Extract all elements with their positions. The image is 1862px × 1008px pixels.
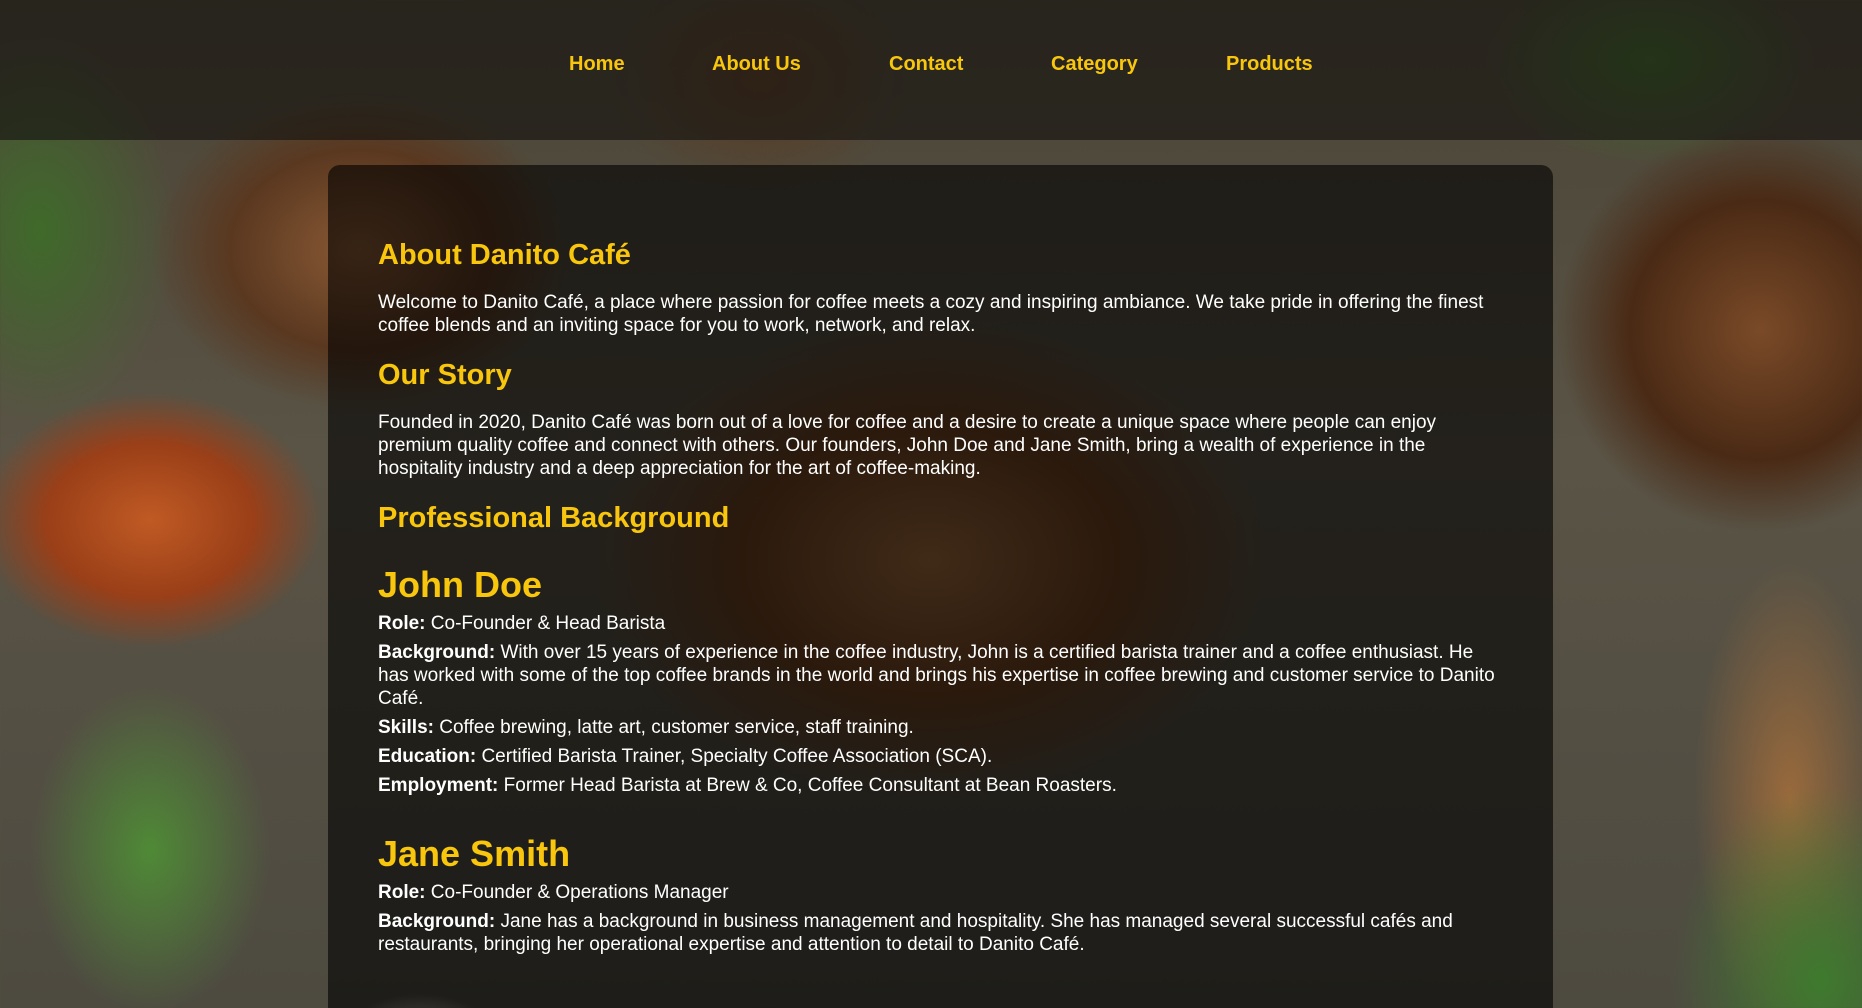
- professional-background-heading: Professional Background: [378, 502, 730, 534]
- detail-value: Co-Founder & Head Barista: [430, 613, 666, 634]
- person-skills: Skills: Coffee brewing, latte art, custo…: [378, 716, 1503, 739]
- detail-label: Background:: [378, 911, 496, 932]
- person-card-john-doe: John Doe Role: Co-Founder & Head Barista…: [378, 564, 1503, 797]
- person-role: Role: Co-Founder & Operations Manager: [378, 881, 1503, 904]
- detail-label: Skills:: [378, 717, 434, 738]
- story-text: Founded in 2020, Danito Café was born ou…: [378, 412, 1437, 479]
- person-employment: Employment: Former Head Barista at Brew …: [378, 774, 1503, 797]
- story-heading: Our Story: [378, 359, 512, 391]
- detail-value: Coffee brewing, latte art, customer serv…: [439, 717, 914, 738]
- detail-label: Background:: [378, 642, 496, 663]
- person-name: Jane Smith: [378, 833, 571, 874]
- about-text: Welcome to Danito Café, a place where pa…: [378, 292, 1484, 336]
- main-nav: Home About Us Contact Category Products: [0, 52, 1862, 76]
- detail-label: Role:: [378, 613, 426, 634]
- nav-category-link[interactable]: Category: [1051, 52, 1138, 76]
- person-name: John Doe: [378, 564, 543, 605]
- detail-label: Education:: [378, 746, 477, 767]
- detail-value: Former Head Barista at Brew & Co, Coffee…: [503, 775, 1117, 796]
- about-heading: About Danito Café: [378, 239, 631, 271]
- person-card-jane-smith: Jane Smith Role: Co-Founder & Operations…: [378, 833, 1503, 956]
- detail-label: Employment:: [378, 775, 499, 796]
- nav-home-link[interactable]: Home: [569, 52, 625, 76]
- detail-value: With over 15 years of experience in the …: [378, 642, 1495, 709]
- person-background: Background: With over 15 years of experi…: [378, 641, 1503, 710]
- detail-value: Jane has a background in business manage…: [378, 911, 1453, 955]
- person-background: Background: Jane has a background in bus…: [378, 910, 1503, 956]
- detail-value: Co-Founder & Operations Manager: [430, 882, 729, 903]
- person-role: Role: Co-Founder & Head Barista: [378, 612, 1503, 635]
- content-panel: About Danito Café Welcome to Danito Café…: [328, 165, 1553, 1008]
- site-header: Home About Us Contact Category Products: [0, 0, 1862, 140]
- nav-products-link[interactable]: Products: [1226, 52, 1313, 76]
- person-education: Education: Certified Barista Trainer, Sp…: [378, 745, 1503, 768]
- detail-value: Certified Barista Trainer, Specialty Cof…: [481, 746, 993, 767]
- nav-about-us-link[interactable]: About Us: [712, 52, 801, 76]
- nav-contact-link[interactable]: Contact: [889, 52, 963, 76]
- detail-label: Role:: [378, 882, 426, 903]
